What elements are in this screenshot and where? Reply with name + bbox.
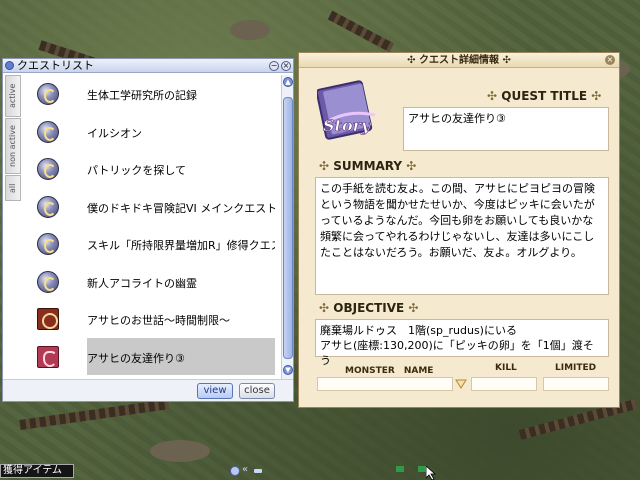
view-button[interactable]: view (197, 383, 233, 399)
quest-orb-icon (37, 270, 59, 293)
tab-active[interactable]: active (5, 75, 21, 117)
rock (150, 440, 210, 462)
quest-orb-icon (37, 195, 59, 218)
star-ornament-icon: ✣ (591, 89, 602, 103)
quest-name: アサヒの友達作り③ (87, 337, 275, 375)
close-button[interactable]: close (239, 383, 275, 399)
quest-title-header: ✣ QUEST TITLE ✣ (487, 89, 602, 103)
quest-list-scrollbar[interactable]: ▲ ▼ (281, 75, 293, 379)
quest-name: 僕のドキドキ冒険記VI メインクエスト (87, 201, 275, 215)
quest-list-item[interactable]: イルシオン (25, 113, 281, 151)
quest-title-box: アサヒの友達作り③ (403, 107, 609, 151)
quest-list-item[interactable]: 新人アコライトの幽霊 (25, 263, 281, 301)
monster-name-cell (317, 377, 453, 391)
quest-filter-tabs: active non active all (5, 75, 21, 215)
quest-orb-icon (37, 158, 59, 180)
scroll-down-icon[interactable]: ▼ (283, 365, 293, 375)
star-ornament-icon: ✣ (406, 159, 417, 173)
limited-column-header: LIMITED (555, 363, 597, 373)
quest-list-window: クエストリスト − × active non active all 生体工学研究… (2, 58, 294, 402)
mouse-cursor-icon (426, 466, 436, 480)
star-ornament-icon: ✣ (319, 159, 330, 173)
objective-line: 廃棄場ルドゥス 1階(sp_rudus)にいる (320, 324, 517, 337)
minimize-icon[interactable]: − (269, 61, 279, 71)
quest-list-item[interactable]: スキル「所持限界量増加R」修得クエスト (25, 225, 281, 263)
star-ornament-icon: ✣ (502, 55, 511, 66)
summary-header: ✣ SUMMARY ✣ (319, 159, 417, 173)
pink-quest-icon (37, 345, 59, 368)
quest-list-footer: view close (3, 379, 293, 401)
close-icon[interactable]: × (281, 61, 291, 71)
dropdown-arrow-icon[interactable] (455, 379, 467, 389)
quest-list-title: クエストリスト (17, 59, 94, 72)
quest-name: 新人アコライトの幽霊 (87, 276, 197, 290)
quest-name: 生体工学研究所の記録 (87, 89, 197, 102)
rail-track (327, 10, 395, 53)
kill-count-cell (471, 377, 537, 391)
quest-list-titlebar[interactable]: クエストリスト − × (3, 59, 293, 73)
scroll-up-icon[interactable]: ▲ (283, 77, 293, 87)
quest-list-item[interactable]: 僕のドキドキ冒険記VI メインクエスト (25, 188, 281, 226)
acquired-items-bar[interactable]: 獲得アイテム (0, 464, 74, 478)
star-ornament-icon: ✣ (319, 301, 330, 315)
story-book-icon: Story (317, 80, 376, 140)
quest-list: 生体工学研究所の記録 イルシオン パトリックを探して 僕のドキドキ冒険記VI メ… (25, 75, 281, 375)
hud-dash-icon[interactable] (254, 469, 262, 473)
green-marker-icon (396, 466, 404, 472)
star-ornament-icon: ✣ (407, 55, 416, 66)
objective-box: 廃棄場ルドゥス 1階(sp_rudus)にいる アサヒ(座標:130,200)に… (315, 319, 609, 367)
summary-box: この手紙を読む友よ。この間、アサヒにピヨピヨの冒険 という物語を聞かせたせいか、… (315, 177, 609, 295)
summary-line: たことはないだろう。お願いだ、友よ。オルグより。 (320, 246, 582, 259)
story-label: Story (323, 116, 372, 135)
hud-orb-icon[interactable] (230, 466, 240, 476)
quest-list-item[interactable]: アサヒのお世話～時間制限～ (25, 300, 281, 338)
quest-name: スキル「所持限界量増加R」修得クエスト (87, 239, 275, 252)
timer-icon (37, 308, 59, 330)
summary-line: 頻繁に会ってやれるわけじゃないし、友達は多いにこし (320, 230, 595, 243)
quest-orb-icon (37, 83, 59, 105)
rewind-icon[interactable]: « (242, 464, 248, 475)
window-orb-icon (5, 61, 14, 70)
monster-name-column-header: MONSTER NAME (345, 366, 434, 376)
quest-detail-title: クエスト詳細情報 (419, 55, 499, 66)
summary-line: この手紙を読む友よ。この間、アサヒにピヨピヨの冒険 (320, 182, 595, 195)
limited-count-cell (543, 377, 609, 391)
kill-column-header: KILL (495, 363, 517, 373)
tab-all[interactable]: all (5, 175, 21, 201)
quest-list-item[interactable]: 生体工学研究所の記録 (25, 75, 281, 113)
quest-orb-icon (37, 120, 59, 143)
tab-non-active[interactable]: non active (5, 118, 21, 174)
summary-line: という物語を聞かせたせいか、今度はピッキに会いたが (320, 198, 595, 211)
rail-track (19, 399, 170, 430)
quest-detail-titlebar[interactable]: ✣ クエスト詳細情報 ✣ (299, 53, 619, 68)
quest-detail-window: ✣ クエスト詳細情報 ✣ × Story ✣ QUEST TITLE ✣ アサヒ… (298, 52, 620, 408)
quest-title-value: アサヒの友達作り③ (408, 112, 506, 125)
quest-list-item[interactable]: パトリックを探して (25, 150, 281, 188)
green-marker-icon (418, 466, 426, 472)
close-icon[interactable]: × (605, 55, 615, 65)
summary-line: っているようなんだ。今回も卵をお願いしても良いかな (320, 214, 594, 227)
quest-name: パトリックを探して (87, 164, 186, 177)
star-ornament-icon: ✣ (487, 89, 498, 103)
objective-header: ✣ OBJECTIVE ✣ (319, 301, 419, 315)
quest-name: アサヒのお世話～時間制限～ (87, 314, 230, 327)
quest-list-item-selected[interactable]: アサヒの友達作り③ (25, 337, 281, 376)
quest-name: イルシオン (87, 126, 142, 140)
scrollbar-thumb[interactable] (283, 97, 293, 359)
quest-orb-icon (37, 233, 59, 255)
star-ornament-icon: ✣ (408, 301, 419, 315)
rock (230, 20, 270, 40)
